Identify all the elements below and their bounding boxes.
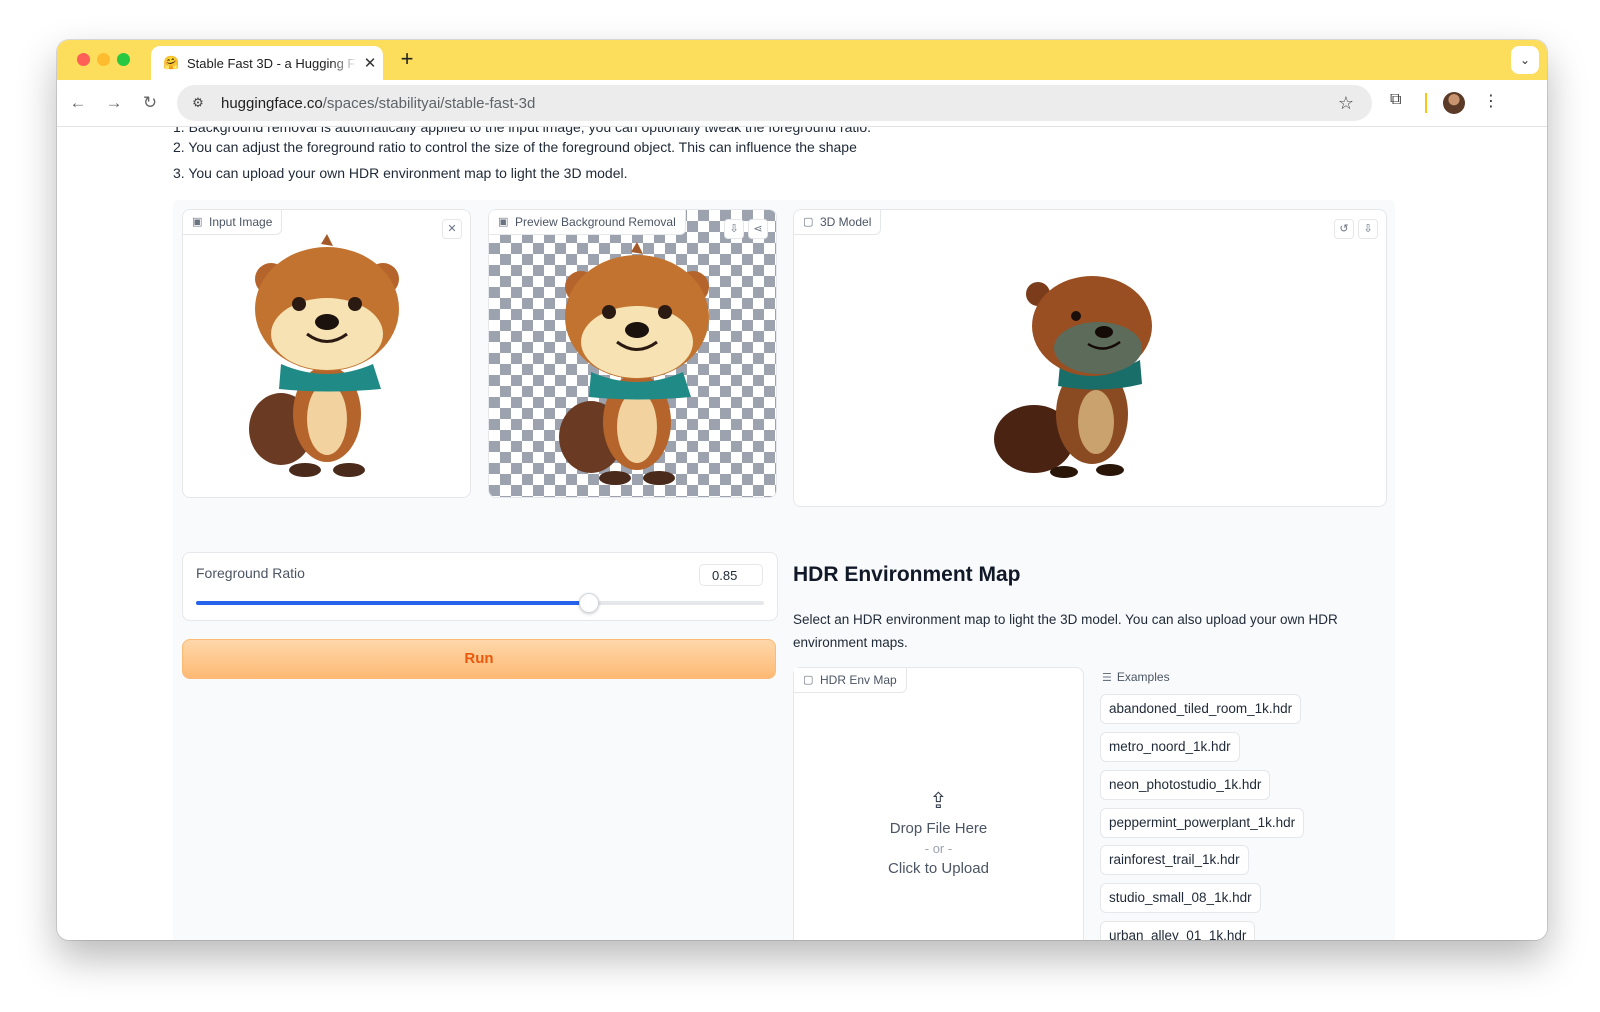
hdr-section-title: HDR Environment Map xyxy=(793,563,1021,586)
foreground-ratio-number-input[interactable]: 0.85 xyxy=(699,564,763,586)
3d-model-label: ▢ 3D Model xyxy=(794,210,882,235)
slider-thumb[interactable] xyxy=(578,593,599,613)
slider-track[interactable] xyxy=(196,593,764,613)
slider-track-fill xyxy=(196,601,588,605)
reload-icon[interactable]: ↻ xyxy=(137,90,163,116)
example-hdr-button[interactable]: peppermint_powerplant_1k.hdr xyxy=(1100,808,1305,838)
tab-search-chevron-down-icon[interactable]: ⌄ xyxy=(1511,46,1539,74)
extensions-puzzle-icon[interactable]: ⧉ xyxy=(1390,91,1401,109)
example-hdr-button[interactable]: rainforest_trail_1k.hdr xyxy=(1100,845,1249,875)
preview-background-removal-block: ▣ Preview Background Removal ⇩ ⋖ xyxy=(488,209,777,498)
hdr-env-map-upload[interactable]: ▢ HDR Env Map ⇪ Drop File Here - or - Cli… xyxy=(793,667,1084,940)
site-settings-icon[interactable]: ⚙ xyxy=(189,95,207,111)
more-menu-kebab-icon[interactable]: ⋮ xyxy=(1483,91,1499,111)
preview-label: ▣ Preview Background Removal xyxy=(489,210,686,235)
browser-window: 🤗 Stable Fast 3D - a Hugging Face Space … xyxy=(57,40,1547,940)
tab-title: Stable Fast 3D - a Hugging Face Space by… xyxy=(187,55,357,71)
url-text: huggingface.co/spaces/stabilityai/stable… xyxy=(221,94,536,112)
or-separator-text: - or - xyxy=(924,841,953,856)
image-icon: ▣ xyxy=(498,216,509,228)
hdr-section-description: Select an HDR environment map to light t… xyxy=(793,612,1338,650)
file-icon: ▢ xyxy=(803,216,814,228)
otter-preview-image xyxy=(559,242,709,485)
run-button[interactable]: Run xyxy=(182,639,776,679)
page-content: 1. Background removal is automatically a… xyxy=(57,127,1547,940)
tab-close-icon[interactable]: ✕ xyxy=(363,54,377,72)
input-image-block[interactable]: ▣ Input Image ✕ xyxy=(182,209,471,498)
back-arrow-icon[interactable]: ← xyxy=(65,90,91,116)
clear-image-close-icon[interactable]: ✕ xyxy=(442,219,462,239)
hdr-env-map-label: ▢ HDR Env Map xyxy=(794,668,907,693)
list-icon: ☰ xyxy=(1102,672,1112,684)
browser-toolbar: ← → ↻ ⚙ huggingface.co/spaces/stabilitya… xyxy=(57,80,1547,127)
profile-avatar[interactable] xyxy=(1443,92,1465,114)
example-hdr-button[interactable]: urban_alley_01_1k.hdr xyxy=(1100,921,1256,940)
instruction-line-2: 2. You can adjust the foreground ratio t… xyxy=(173,139,857,155)
foreground-ratio-slider-block: Foreground Ratio 0.85 xyxy=(182,552,778,621)
download-icon[interactable]: ⇩ xyxy=(724,219,744,239)
drop-file-text: Drop File Here xyxy=(889,820,988,837)
address-bar[interactable]: ⚙ huggingface.co/spaces/stabilityai/stab… xyxy=(177,85,1372,121)
otter-3d-model-render xyxy=(994,276,1152,478)
forward-arrow-icon[interactable]: → xyxy=(101,90,127,116)
toolbar-divider xyxy=(1425,93,1427,113)
instruction-line-3: 3. You can upload your own HDR environme… xyxy=(173,165,628,181)
example-hdr-button[interactable]: metro_noord_1k.hdr xyxy=(1100,732,1240,762)
upload-icon: ⇪ xyxy=(929,788,948,813)
tab-strip: 🤗 Stable Fast 3D - a Hugging Face Space … xyxy=(57,40,1547,80)
instruction-line-1: 1. Background removal is automatically a… xyxy=(173,127,872,135)
file-icon: ▢ xyxy=(803,674,814,686)
browser-tab-active[interactable]: 🤗 Stable Fast 3D - a Hugging Face Space … xyxy=(151,46,383,80)
maximize-window-button[interactable] xyxy=(117,53,130,66)
example-hdr-button[interactable]: abandoned_tiled_room_1k.hdr xyxy=(1100,694,1302,724)
examples-label: ☰ Examples xyxy=(1102,670,1170,684)
hugging-face-favicon-icon: 🤗 xyxy=(163,55,180,70)
example-hdr-button[interactable]: studio_small_08_1k.hdr xyxy=(1100,883,1261,913)
click-to-upload-text[interactable]: Click to Upload xyxy=(794,860,1083,877)
reset-view-icon[interactable]: ↺ xyxy=(1334,219,1354,239)
minimize-window-button[interactable] xyxy=(97,53,110,66)
example-hdr-button[interactable]: neon_photostudio_1k.hdr xyxy=(1100,770,1271,800)
foreground-ratio-label: Foreground Ratio xyxy=(196,565,305,581)
input-image-label: ▣ Input Image xyxy=(183,210,283,235)
download-model-icon[interactable]: ⇩ xyxy=(1358,219,1378,239)
bookmark-star-icon[interactable]: ☆ xyxy=(1338,93,1354,114)
new-tab-plus-icon[interactable]: + xyxy=(395,48,419,72)
otter-input-image xyxy=(249,234,399,477)
image-icon: ▣ xyxy=(192,216,203,228)
close-window-button[interactable] xyxy=(77,53,90,66)
share-icon[interactable]: ⋖ xyxy=(748,219,768,239)
3d-model-viewer-block[interactable]: ▢ 3D Model ↺ ⇩ xyxy=(793,209,1387,507)
